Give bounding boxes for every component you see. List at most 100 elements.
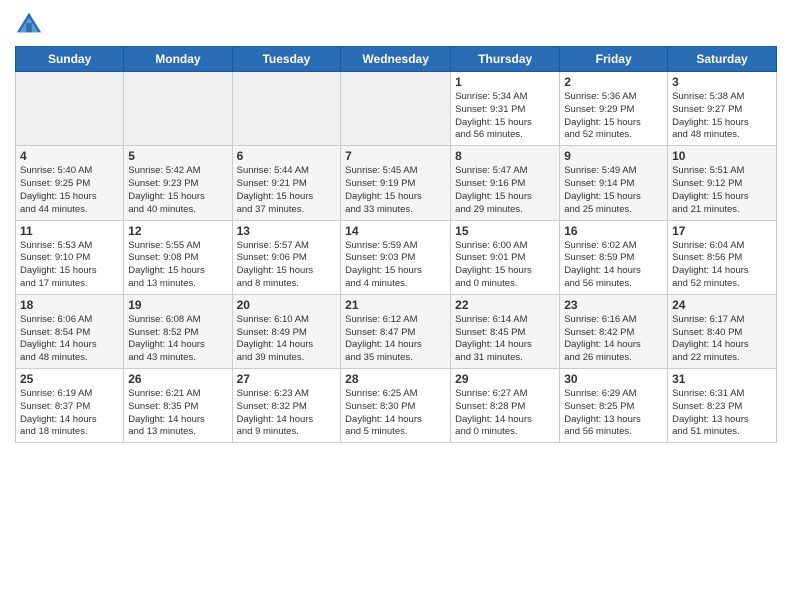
day-cell: 31 Sunrise: 6:31 AMSunset: 8:23 PMDayligh… bbox=[668, 369, 777, 443]
day-number: 27 bbox=[237, 372, 337, 386]
day-cell: 11 Sunrise: 5:53 AMSunset: 9:10 PMDayligh… bbox=[16, 220, 124, 294]
week-row-4: 18Sunrise: 6:06 AMSunset: 8:54 PMDayligh… bbox=[16, 294, 777, 368]
day-cell: 7Sunrise: 5:45 AMSunset: 9:19 PMDaylight… bbox=[341, 146, 451, 220]
calendar: SundayMondayTuesdayWednesdayThursdayFrid… bbox=[15, 46, 777, 443]
weekday-thursday: Thursday bbox=[451, 47, 560, 72]
day-cell bbox=[341, 72, 451, 146]
day-info: Sunrise: 5:49 AMSunset: 9:14 PMDaylight:… bbox=[564, 165, 663, 216]
day-cell: 5 Sunrise: 5:42 AMSunset: 9:23 PMDaylight… bbox=[124, 146, 232, 220]
day-number: 25 bbox=[20, 372, 119, 386]
day-info: Sunrise: 6:00 AMSunset: 9:01 PMDaylight:… bbox=[455, 240, 555, 291]
day-info: Sunrise: 6:14 AMSunset: 8:45 PMDaylight:… bbox=[455, 314, 555, 365]
day-cell: 8 Sunrise: 5:47 AMSunset: 9:16 PMDaylight… bbox=[451, 146, 560, 220]
day-cell: 25 Sunrise: 6:19 AMSunset: 8:37 PMDayligh… bbox=[16, 369, 124, 443]
week-row-2: 4 Sunrise: 5:40 AMSunset: 9:25 PMDaylight… bbox=[16, 146, 777, 220]
weekday-monday: Monday bbox=[124, 47, 232, 72]
day-number: 15 bbox=[455, 224, 555, 238]
day-cell: 19 Sunrise: 6:08 AMSunset: 8:52 PMDayligh… bbox=[124, 294, 232, 368]
day-info: Sunrise: 6:12 AMSunset: 8:47 PMDaylight:… bbox=[345, 314, 446, 365]
day-cell bbox=[16, 72, 124, 146]
day-cell: 22 Sunrise: 6:14 AMSunset: 8:45 PMDayligh… bbox=[451, 294, 560, 368]
day-info: Sunrise: 6:16 AMSunset: 8:42 PMDaylight:… bbox=[564, 314, 663, 365]
day-cell: 2Sunrise: 5:36 AMSunset: 9:29 PMDaylight… bbox=[560, 72, 668, 146]
day-info: Sunrise: 6:08 AMSunset: 8:52 PMDaylight:… bbox=[128, 314, 227, 365]
day-info: Sunrise: 5:53 AMSunset: 9:10 PMDaylight:… bbox=[20, 240, 119, 291]
day-info: Sunrise: 6:19 AMSunset: 8:37 PMDaylight:… bbox=[20, 388, 119, 439]
day-cell: 26 Sunrise: 6:21 AMSunset: 8:35 PMDayligh… bbox=[124, 369, 232, 443]
day-number: 16 bbox=[564, 224, 663, 238]
day-number: 24 bbox=[672, 298, 772, 312]
day-cell: 23Sunrise: 6:16 AMSunset: 8:42 PMDayligh… bbox=[560, 294, 668, 368]
week-row-1: 1 Sunrise: 5:34 AMSunset: 9:31 PMDaylight… bbox=[16, 72, 777, 146]
day-number: 6 bbox=[237, 149, 337, 163]
weekday-wednesday: Wednesday bbox=[341, 47, 451, 72]
day-number: 18 bbox=[20, 298, 119, 312]
day-cell: 17Sunrise: 6:04 AMSunset: 8:56 PMDayligh… bbox=[668, 220, 777, 294]
day-number: 22 bbox=[455, 298, 555, 312]
day-cell: 29 Sunrise: 6:27 AMSunset: 8:28 PMDayligh… bbox=[451, 369, 560, 443]
day-info: Sunrise: 5:34 AMSunset: 9:31 PMDaylight:… bbox=[455, 91, 555, 142]
weekday-friday: Friday bbox=[560, 47, 668, 72]
day-cell bbox=[232, 72, 341, 146]
day-info: Sunrise: 6:31 AMSunset: 8:23 PMDaylight:… bbox=[672, 388, 772, 439]
day-cell: 12 Sunrise: 5:55 AMSunset: 9:08 PMDayligh… bbox=[124, 220, 232, 294]
header bbox=[15, 10, 777, 38]
weekday-tuesday: Tuesday bbox=[232, 47, 341, 72]
day-info: Sunrise: 5:44 AMSunset: 9:21 PMDaylight:… bbox=[237, 165, 337, 216]
day-info: Sunrise: 6:17 AMSunset: 8:40 PMDaylight:… bbox=[672, 314, 772, 365]
logo bbox=[15, 10, 47, 38]
day-info: Sunrise: 5:40 AMSunset: 9:25 PMDaylight:… bbox=[20, 165, 119, 216]
day-info: Sunrise: 5:38 AMSunset: 9:27 PMDaylight:… bbox=[672, 91, 772, 142]
day-info: Sunrise: 6:21 AMSunset: 8:35 PMDaylight:… bbox=[128, 388, 227, 439]
day-number: 3 bbox=[672, 75, 772, 89]
day-info: Sunrise: 6:23 AMSunset: 8:32 PMDaylight:… bbox=[237, 388, 337, 439]
day-number: 30 bbox=[564, 372, 663, 386]
day-cell: 1 Sunrise: 5:34 AMSunset: 9:31 PMDaylight… bbox=[451, 72, 560, 146]
day-number: 11 bbox=[20, 224, 119, 238]
day-info: Sunrise: 5:42 AMSunset: 9:23 PMDaylight:… bbox=[128, 165, 227, 216]
day-number: 29 bbox=[455, 372, 555, 386]
day-cell: 3 Sunrise: 5:38 AMSunset: 9:27 PMDaylight… bbox=[668, 72, 777, 146]
day-number: 4 bbox=[20, 149, 119, 163]
day-cell: 9 Sunrise: 5:49 AMSunset: 9:14 PMDaylight… bbox=[560, 146, 668, 220]
day-info: Sunrise: 6:29 AMSunset: 8:25 PMDaylight:… bbox=[564, 388, 663, 439]
day-cell: 28 Sunrise: 6:25 AMSunset: 8:30 PMDayligh… bbox=[341, 369, 451, 443]
day-info: Sunrise: 6:25 AMSunset: 8:30 PMDaylight:… bbox=[345, 388, 446, 439]
day-info: Sunrise: 5:47 AMSunset: 9:16 PMDaylight:… bbox=[455, 165, 555, 216]
weekday-saturday: Saturday bbox=[668, 47, 777, 72]
day-cell: 14 Sunrise: 5:59 AMSunset: 9:03 PMDayligh… bbox=[341, 220, 451, 294]
day-cell: 27 Sunrise: 6:23 AMSunset: 8:32 PMDayligh… bbox=[232, 369, 341, 443]
day-cell bbox=[124, 72, 232, 146]
day-number: 26 bbox=[128, 372, 227, 386]
day-number: 5 bbox=[128, 149, 227, 163]
day-info: Sunrise: 6:27 AMSunset: 8:28 PMDaylight:… bbox=[455, 388, 555, 439]
day-info: Sunrise: 5:57 AMSunset: 9:06 PMDaylight:… bbox=[237, 240, 337, 291]
day-number: 1 bbox=[455, 75, 555, 89]
day-number: 19 bbox=[128, 298, 227, 312]
day-number: 28 bbox=[345, 372, 446, 386]
day-number: 12 bbox=[128, 224, 227, 238]
day-cell: 4 Sunrise: 5:40 AMSunset: 9:25 PMDaylight… bbox=[16, 146, 124, 220]
day-info: Sunrise: 6:10 AMSunset: 8:49 PMDaylight:… bbox=[237, 314, 337, 365]
day-number: 14 bbox=[345, 224, 446, 238]
day-number: 17 bbox=[672, 224, 772, 238]
day-number: 21 bbox=[345, 298, 446, 312]
day-info: Sunrise: 5:59 AMSunset: 9:03 PMDaylight:… bbox=[345, 240, 446, 291]
day-number: 20 bbox=[237, 298, 337, 312]
day-number: 13 bbox=[237, 224, 337, 238]
day-cell: 13 Sunrise: 5:57 AMSunset: 9:06 PMDayligh… bbox=[232, 220, 341, 294]
day-number: 7 bbox=[345, 149, 446, 163]
day-number: 10 bbox=[672, 149, 772, 163]
day-cell: 16 Sunrise: 6:02 AMSunset: 8:59 PMDayligh… bbox=[560, 220, 668, 294]
weekday-header-row: SundayMondayTuesdayWednesdayThursdayFrid… bbox=[16, 47, 777, 72]
day-number: 31 bbox=[672, 372, 772, 386]
day-cell: 30 Sunrise: 6:29 AMSunset: 8:25 PMDayligh… bbox=[560, 369, 668, 443]
day-cell: 6 Sunrise: 5:44 AMSunset: 9:21 PMDaylight… bbox=[232, 146, 341, 220]
day-number: 9 bbox=[564, 149, 663, 163]
day-info: Sunrise: 5:55 AMSunset: 9:08 PMDaylight:… bbox=[128, 240, 227, 291]
logo-icon bbox=[15, 10, 43, 38]
day-cell: 20 Sunrise: 6:10 AMSunset: 8:49 PMDayligh… bbox=[232, 294, 341, 368]
day-info: Sunrise: 6:02 AMSunset: 8:59 PMDaylight:… bbox=[564, 240, 663, 291]
day-number: 8 bbox=[455, 149, 555, 163]
day-info: Sunrise: 5:36 AMSunset: 9:29 PMDaylight:… bbox=[564, 91, 663, 142]
